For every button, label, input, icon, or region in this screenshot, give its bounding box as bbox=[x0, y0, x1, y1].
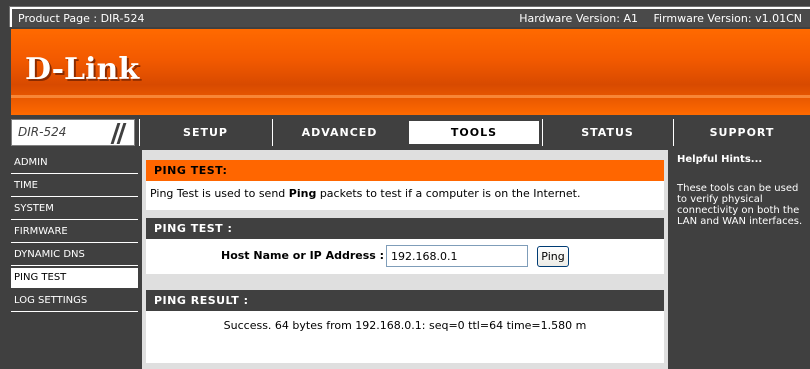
ping-result-body: Success. 64 bytes from 192.168.0.1: seq=… bbox=[146, 311, 664, 363]
hardware-version: Hardware Version: A1 bbox=[519, 12, 639, 25]
sidebar-item-dynamic-dns[interactable]: DYNAMIC DNS bbox=[11, 245, 138, 266]
header-banner: D-Link bbox=[11, 29, 810, 115]
tab-tools[interactable]: TOOLS bbox=[407, 119, 541, 146]
host-input[interactable] bbox=[386, 245, 528, 267]
ping-button[interactable]: Ping bbox=[537, 246, 569, 267]
version-info: Hardware Version: A1 Firmware Version: v… bbox=[507, 12, 802, 25]
tab-support[interactable]: SUPPORT bbox=[673, 119, 810, 146]
ping-result-panel: PING RESULT : Success. 64 bytes from 192… bbox=[146, 290, 664, 363]
model-box: DIR-524 bbox=[11, 119, 135, 146]
sidebar-item-time[interactable]: TIME bbox=[11, 176, 138, 197]
helpful-hints-panel: Helpful Hints... These tools can be used… bbox=[672, 150, 810, 369]
hints-title: Helpful Hints... bbox=[677, 154, 763, 165]
sidebar-item-system[interactable]: SYSTEM bbox=[11, 199, 138, 220]
banner-stripe bbox=[11, 95, 810, 98]
host-row: Host Name or IP Address : Ping bbox=[146, 239, 664, 272]
firmware-version: Firmware Version: v1.01CN bbox=[653, 12, 802, 25]
dlink-logo: D-Link bbox=[25, 52, 140, 87]
top-info-bar: Product Page : DIR-524 Hardware Version:… bbox=[9, 6, 810, 27]
ping-test-title: PING TEST : bbox=[146, 218, 664, 239]
ping-result-title: PING RESULT : bbox=[146, 290, 664, 311]
intro-text-bold: Ping bbox=[288, 187, 317, 200]
tab-advanced[interactable]: ADVANCED bbox=[272, 119, 406, 146]
intro-title: PING TEST: bbox=[146, 160, 664, 181]
model-label: DIR-524 bbox=[18, 125, 67, 139]
top-info-bar-inner: Product Page : DIR-524 Hardware Version:… bbox=[12, 9, 810, 27]
host-label: Host Name or IP Address : bbox=[221, 249, 385, 262]
hints-text: These tools can be used to verify physic… bbox=[677, 183, 803, 227]
sidebar-item-log-settings[interactable]: LOG SETTINGS bbox=[11, 291, 138, 312]
sidebar-item-ping-test[interactable]: PING TEST bbox=[11, 268, 138, 289]
ping-result-text: Success. 64 bytes from 192.168.0.1: seq=… bbox=[223, 319, 587, 332]
main-content: PING TEST: Ping Test is used to send Pin… bbox=[142, 150, 668, 369]
sidebar-item-admin[interactable]: ADMIN bbox=[11, 153, 138, 174]
intro-text-part: Ping Test is used to send bbox=[150, 187, 289, 200]
intro-description: Ping Test is used to send Ping packets t… bbox=[146, 181, 664, 200]
tab-setup[interactable]: SETUP bbox=[139, 119, 271, 146]
product-page-label: Product Page : DIR-524 bbox=[18, 12, 145, 25]
sidebar-item-firmware[interactable]: FIRMWARE bbox=[11, 222, 138, 243]
sidebar-menu: ADMIN TIME SYSTEM FIRMWARE DYNAMIC DNS P… bbox=[11, 150, 138, 369]
intro-text-part: packets to test if a computer is on the … bbox=[316, 187, 581, 200]
ping-test-panel: PING TEST : Host Name or IP Address : Pi… bbox=[146, 218, 664, 274]
tab-status[interactable]: STATUS bbox=[542, 119, 672, 146]
intro-panel: PING TEST: Ping Test is used to send Pin… bbox=[146, 160, 664, 210]
nav-row: DIR-524 SETUP ADVANCED TOOLS STATUS SUPP… bbox=[11, 119, 810, 146]
router-admin-page: Product Page : DIR-524 Hardware Version:… bbox=[0, 0, 810, 369]
